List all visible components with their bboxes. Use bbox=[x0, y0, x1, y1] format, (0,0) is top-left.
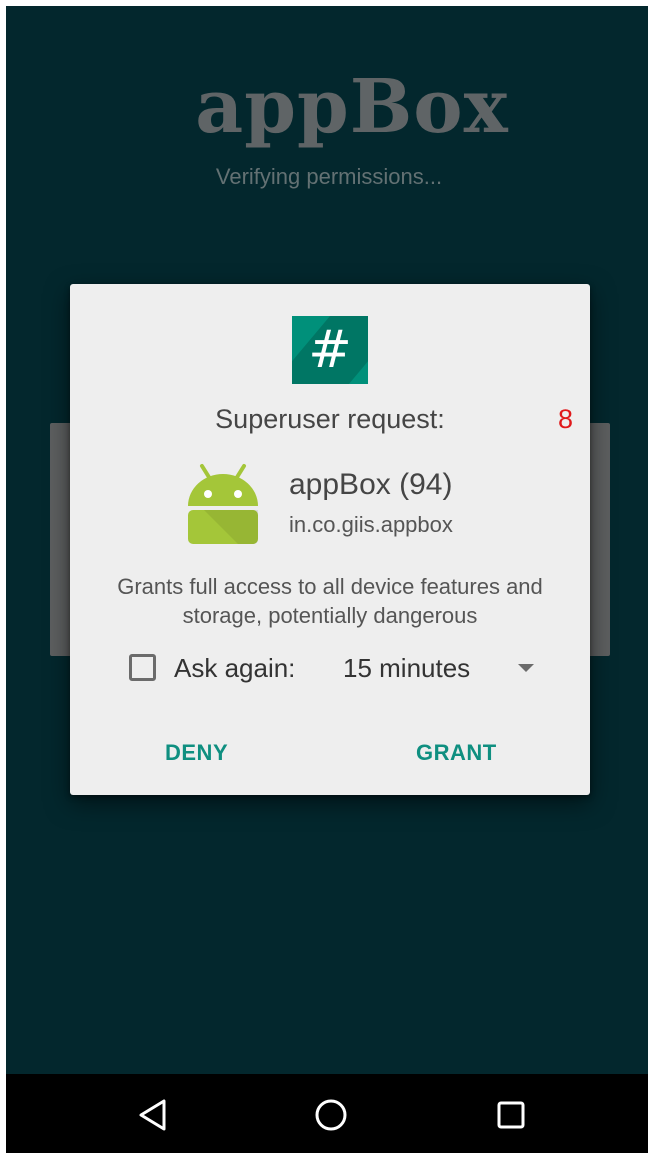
permission-description: Grants full access to all device feature… bbox=[117, 574, 543, 628]
duration-select[interactable]: 15 minutes bbox=[343, 653, 470, 684]
superuser-hash-icon: # bbox=[292, 316, 368, 384]
dropdown-arrow-icon[interactable] bbox=[518, 664, 534, 672]
grant-button[interactable]: GRANT bbox=[416, 740, 497, 766]
recents-button[interactable] bbox=[471, 1074, 551, 1153]
countdown-timer: 8 bbox=[557, 404, 573, 434]
back-button[interactable] bbox=[109, 1074, 189, 1153]
screen: appBox Verifying permissions... # Superu… bbox=[6, 6, 648, 1153]
navigation-bar bbox=[6, 1074, 648, 1153]
android-robot-icon bbox=[188, 464, 258, 544]
ask-again-label: Ask again: bbox=[174, 653, 296, 683]
home-circle-icon bbox=[315, 1099, 347, 1131]
app-name: appBox (94) bbox=[289, 468, 453, 501]
deny-button[interactable]: DENY bbox=[165, 740, 228, 766]
app-package: in.co.giis.appbox bbox=[289, 512, 453, 537]
recents-square-icon bbox=[497, 1101, 525, 1129]
status-text: Verifying permissions... bbox=[215, 164, 443, 189]
home-button[interactable] bbox=[291, 1074, 371, 1153]
back-triangle-icon bbox=[139, 1099, 166, 1131]
dialog-title: Superuser request: bbox=[215, 404, 445, 434]
app-title: appBox bbox=[195, 64, 509, 150]
superuser-dialog: # Superuser request: 8 appBox (94) in.co… bbox=[70, 284, 590, 795]
ask-again-checkbox[interactable] bbox=[129, 654, 156, 681]
